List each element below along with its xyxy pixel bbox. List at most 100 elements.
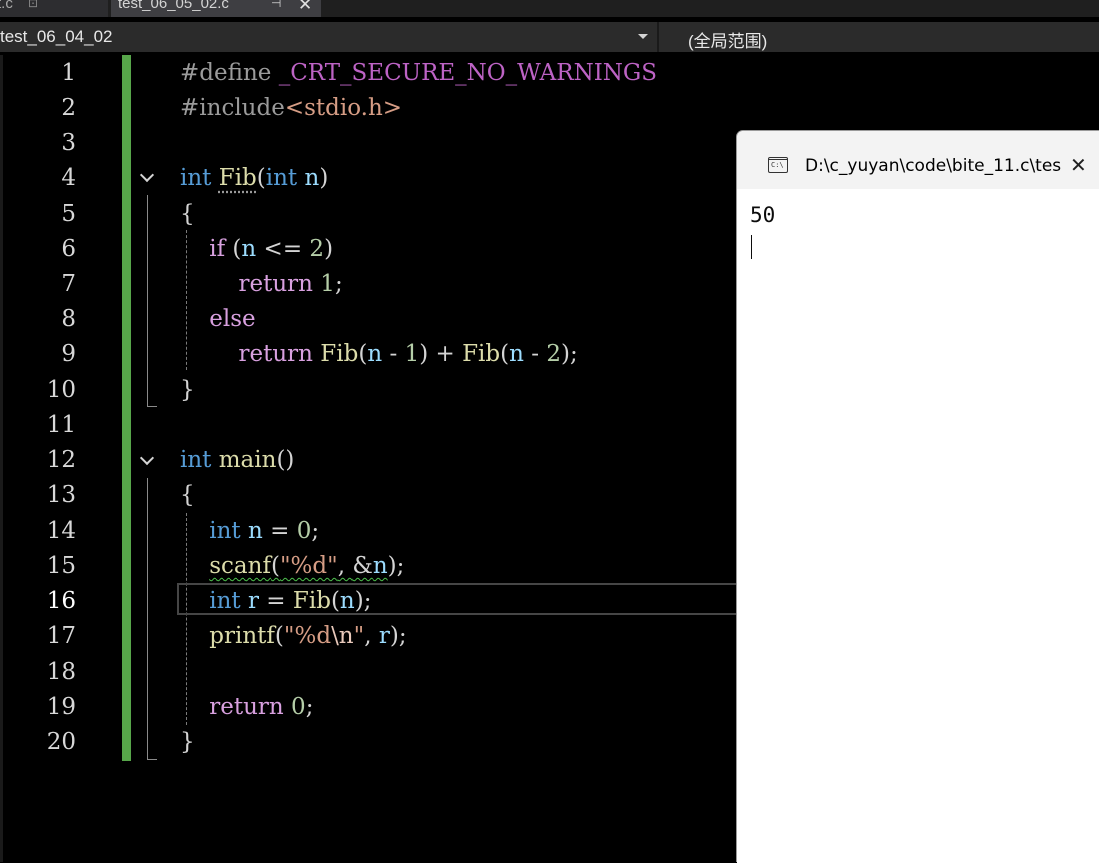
console-icon: C:\ xyxy=(768,157,788,173)
operator: <= xyxy=(256,236,310,262)
escape-sequence: \n xyxy=(331,623,354,649)
function-call: printf xyxy=(209,623,275,649)
keyword: int xyxy=(180,165,212,191)
collapse-main-icon[interactable] xyxy=(137,450,159,472)
code-line-19: return 0; xyxy=(180,690,313,725)
editor-left-border xyxy=(0,55,3,862)
punctuation: () xyxy=(276,447,295,473)
number-literal: 0 xyxy=(296,518,312,544)
punctuation: ) xyxy=(324,236,334,262)
punctuation: , xyxy=(337,553,353,579)
console-output-text: 50 xyxy=(750,203,776,227)
number-literal: 1 xyxy=(320,271,335,297)
string-literal: " xyxy=(353,623,365,649)
code-line-15: scanf("%d", &n); xyxy=(180,549,404,584)
line-number: 14 xyxy=(46,518,76,544)
brace: { xyxy=(180,201,195,227)
code-line-9: return Fib(n - 1) + Fib(n - 2); xyxy=(180,337,578,372)
punctuation: ; xyxy=(311,518,320,544)
line-number: 1 xyxy=(61,60,76,86)
punctuation: ; xyxy=(334,271,343,297)
text-cursor xyxy=(751,235,752,259)
punctuation: ; xyxy=(305,694,314,720)
operator: = xyxy=(258,588,293,614)
number-literal: 2 xyxy=(309,236,325,262)
keyword: return xyxy=(209,694,284,720)
parameter: n xyxy=(304,165,320,191)
scope-dropdown[interactable]: (全局范围) xyxy=(688,27,767,52)
line-number: 13 xyxy=(46,482,76,508)
operator: = xyxy=(262,518,297,544)
code-line-8: else xyxy=(180,302,255,337)
project-dropdown[interactable]: test_06_04_02 xyxy=(0,22,657,52)
pin-icon[interactable]: ⊣ xyxy=(271,0,281,10)
code-line-5: { xyxy=(180,197,195,232)
variable: n xyxy=(367,341,383,367)
keyword: int xyxy=(209,518,241,544)
punctuation: ) xyxy=(319,165,329,191)
code-line-2: #include<stdio.h> xyxy=(180,91,402,126)
code-line-14: int n = 0; xyxy=(180,514,319,549)
punctuation: ( xyxy=(270,553,280,579)
line-number: 7 xyxy=(61,271,76,297)
keyword: int xyxy=(265,165,298,191)
brace: } xyxy=(180,729,195,755)
line-number: 12 xyxy=(46,447,76,473)
string-literal: "%d" xyxy=(279,553,338,579)
function-call: Fib xyxy=(320,341,359,367)
code-line-12: int main() xyxy=(180,443,294,478)
operator: + xyxy=(428,341,463,367)
line-number-current: 16 xyxy=(46,588,76,614)
collapse-fib-icon[interactable] xyxy=(137,167,159,189)
keyword: if xyxy=(209,236,226,262)
close-icon[interactable]: ✕ xyxy=(1070,153,1087,177)
warning-squiggle[interactable]: scanf("%d", &n xyxy=(209,553,387,579)
line-number: 18 xyxy=(46,659,76,685)
code-line-7: return 1; xyxy=(180,267,343,302)
line-number: 15 xyxy=(46,553,76,579)
variable: r xyxy=(378,623,390,649)
navigation-bar: test_06_04_02 (全局范围) xyxy=(0,22,1099,52)
tab-previous-file[interactable]: t.c ⊡ xyxy=(0,0,108,17)
chevron-down-icon[interactable] xyxy=(638,34,648,39)
console-output-area[interactable]: 50 xyxy=(737,189,1099,863)
line-number: 8 xyxy=(61,306,76,332)
operator: - xyxy=(523,341,547,367)
fold-end-fib xyxy=(147,406,157,407)
punctuation: ) xyxy=(419,341,429,367)
tab-previous-label: t.c xyxy=(0,0,13,12)
close-tab-icon[interactable]: ✕ xyxy=(298,0,312,15)
operator: & xyxy=(352,553,373,579)
keyword: return xyxy=(238,341,313,367)
code-line-17: printf("%d\n", r); xyxy=(180,619,406,654)
header-name: <stdio.h> xyxy=(284,95,403,121)
console-window[interactable]: C:\ D:\c_yuyan\code\bite_11.c\tes ✕ 50 xyxy=(736,130,1099,863)
punctuation: ( xyxy=(274,623,284,649)
line-number: 10 xyxy=(46,377,76,403)
brace: } xyxy=(180,377,195,403)
line-number: 20 xyxy=(46,729,76,755)
code-line-6: if (n <= 2) xyxy=(180,232,333,267)
punctuation: ( xyxy=(225,236,242,262)
code-line-1: #define _CRT_SECURE_NO_WARNINGS xyxy=(180,56,657,91)
keyword: int xyxy=(180,447,212,473)
line-number: 2 xyxy=(61,95,76,121)
function-call: Fib xyxy=(292,588,331,614)
preprocessor-directive: #include xyxy=(180,95,285,121)
line-number: 6 xyxy=(61,236,76,262)
console-title-bar[interactable]: C:\ D:\c_yuyan\code\bite_11.c\tes ✕ xyxy=(737,131,1099,189)
punctuation: , xyxy=(364,623,379,649)
change-indicator-bar xyxy=(122,55,131,761)
fold-guide-fib xyxy=(147,195,148,406)
variable: n xyxy=(339,588,355,614)
punctuation: ); xyxy=(387,553,405,579)
tab-previous-pin-icon[interactable]: ⊡ xyxy=(28,0,38,10)
line-number: 3 xyxy=(61,130,76,156)
variable: n xyxy=(372,553,388,579)
line-number: 5 xyxy=(61,201,76,227)
tab-active-file[interactable]: test_06_05_02.c ⊣ ✕ xyxy=(111,0,321,17)
punctuation: ( xyxy=(256,165,266,191)
string-literal: "%d xyxy=(283,623,332,649)
function-name: main xyxy=(218,447,277,473)
number-literal: 2 xyxy=(546,341,561,367)
